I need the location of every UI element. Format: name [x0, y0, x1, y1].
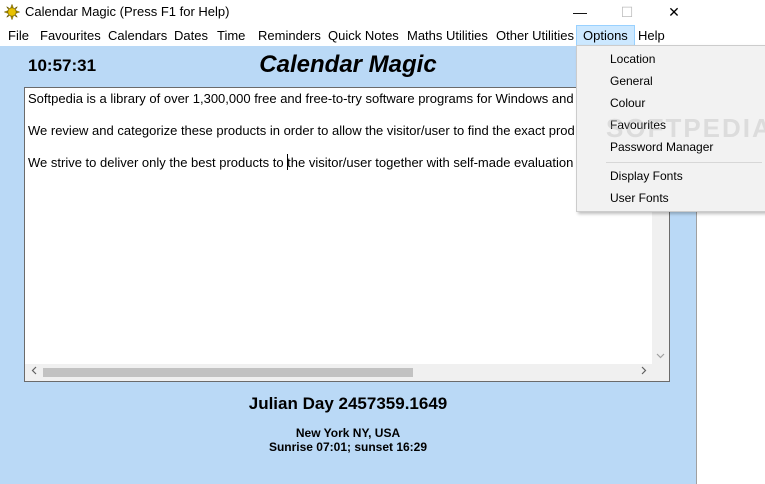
menu-options[interactable]: Options [576, 25, 635, 46]
menuitem-general[interactable]: General [610, 74, 653, 88]
menu-separator [606, 162, 762, 163]
location-label: New York NY, USA [295, 426, 401, 440]
menu-favourites[interactable]: Favourites [34, 25, 107, 46]
menuitem-display-fonts[interactable]: Display Fonts [610, 169, 683, 183]
menu-reminders[interactable]: Reminders [252, 25, 327, 46]
menuitem-user-fonts[interactable]: User Fonts [610, 191, 669, 205]
note-line: We review and categorize these products … [28, 123, 575, 138]
menu-maths-utilities[interactable]: Maths Utilities [401, 25, 494, 46]
horizontal-scrollbar[interactable] [25, 364, 652, 381]
menu-quick-notes[interactable]: Quick Notes [322, 25, 405, 46]
note-line: We strive to deliver only the best produ… [28, 155, 574, 170]
text-caret [287, 154, 288, 170]
menuitem-location[interactable]: Location [610, 52, 655, 66]
menu-file[interactable]: File [2, 25, 35, 46]
close-button[interactable]: ✕ [651, 0, 697, 25]
title-bar[interactable]: Calendar Magic (Press F1 for Help) — ☐ ✕ [0, 0, 697, 25]
minimize-button[interactable]: — [557, 0, 603, 25]
scroll-corner [652, 364, 669, 381]
menu-time[interactable]: Time [211, 25, 251, 46]
quick-notes-editor[interactable]: Softpedia is a library of over 1,300,000… [24, 87, 670, 382]
watermark: SOFTPEDIA [606, 113, 765, 143]
julian-day: Julian Day 2457359.1649 [248, 394, 448, 413]
sun-gear-icon [4, 4, 20, 20]
maximize-button[interactable]: ☐ [604, 0, 650, 25]
menu-help[interactable]: Help [632, 25, 671, 46]
menu-dates[interactable]: Dates [168, 25, 214, 46]
menu-other-utilities[interactable]: Other Utilities [490, 25, 580, 46]
window-title: Calendar Magic (Press F1 for Help) [25, 4, 230, 19]
sun-times: Sunrise 07:01; sunset 16:29 [268, 440, 428, 454]
scroll-thumb[interactable] [43, 368, 413, 377]
chevron-right-icon[interactable] [635, 364, 652, 381]
menu-calendars[interactable]: Calendars [102, 25, 173, 46]
chevron-down-icon[interactable] [652, 348, 669, 365]
menuitem-colour[interactable]: Colour [610, 96, 645, 110]
note-line: Softpedia is a library of over 1,300,000… [28, 91, 587, 106]
chevron-left-icon[interactable] [25, 364, 42, 381]
menu-bar: File Favourites Calendars Dates Time Rem… [0, 25, 697, 46]
